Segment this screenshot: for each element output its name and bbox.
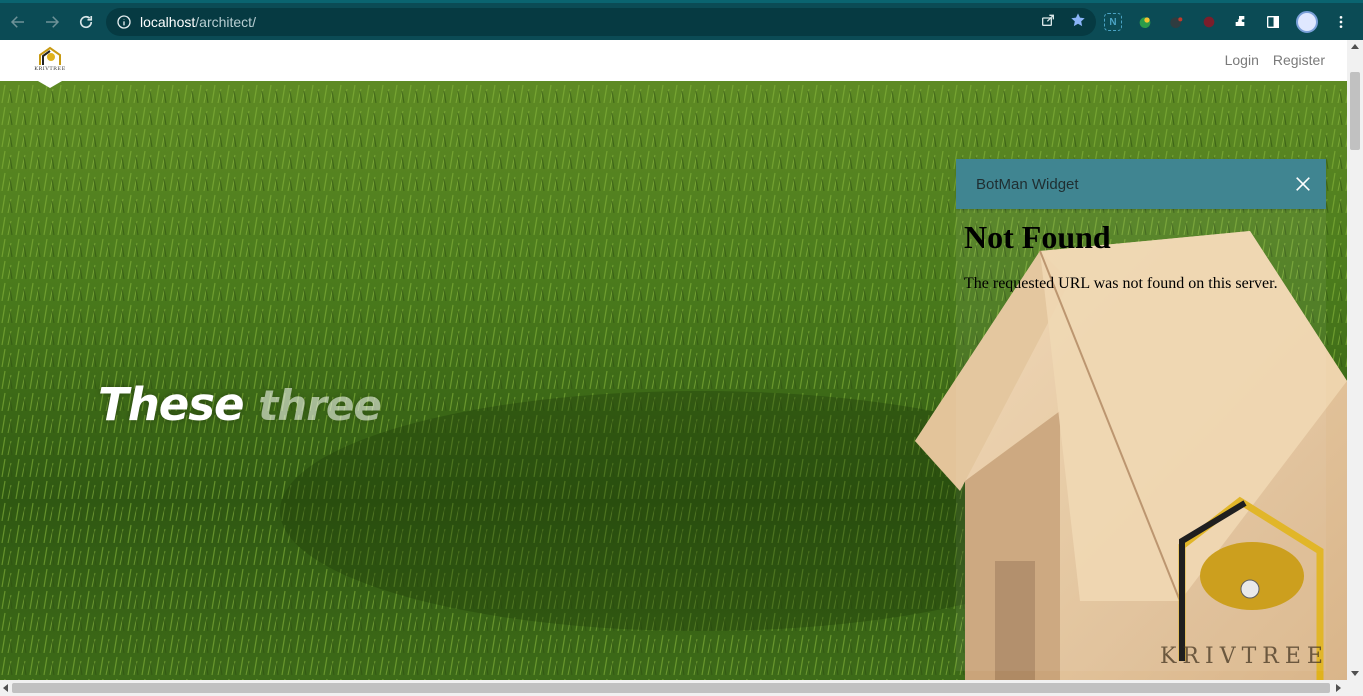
forward-icon [46,15,60,28]
hero-caption-word1: These [98,378,245,431]
forward-button[interactable] [36,6,68,38]
close-icon[interactable] [1294,175,1312,193]
url-path: /architect/ [195,14,256,30]
auth-links: Login Register [1225,52,1325,68]
scroll-right-arrow-icon[interactable] [1336,684,1341,692]
horizontal-scroll-thumb[interactable] [12,683,1330,693]
extensions-puzzle-icon[interactable] [1232,13,1250,31]
reload-icon [79,15,93,28]
not-found-message: The requested URL was not found on this … [964,275,1278,292]
extensions-strip: N [1104,11,1350,33]
extension-red-icon[interactable] [1200,13,1218,31]
side-panel-icon[interactable] [1264,13,1282,31]
web-page: KRIVTREE Login Register These three KRIV… [0,40,1347,680]
logo-house-icon [39,46,61,65]
logo-notch [38,81,62,88]
vertical-scroll-thumb[interactable] [1350,72,1360,150]
browser-toolbar: localhost/architect/ N [0,0,1363,40]
menu-dots-icon[interactable] [1332,13,1350,31]
scroll-up-arrow-icon[interactable] [1351,44,1359,49]
site-logo[interactable]: KRIVTREE [33,46,67,80]
hero-caption-word2: three [258,381,382,430]
site-navbar: KRIVTREE Login Register [0,40,1347,81]
botman-widget-header[interactable]: BotMan Widget [956,159,1326,209]
extension-globe-icon[interactable] [1136,13,1154,31]
url-text[interactable]: localhost/architect/ [140,14,256,30]
horizontal-scrollbar[interactable] [0,680,1363,696]
back-button[interactable] [2,6,34,38]
register-link[interactable]: Register [1273,52,1325,68]
bookmark-star-icon[interactable] [1070,12,1086,28]
logo-text: KRIVTREE [34,66,66,72]
login-link[interactable]: Login [1225,52,1259,68]
share-icon[interactable] [1040,12,1056,28]
botman-title: BotMan Widget [976,175,1079,193]
url-host: localhost [140,14,196,30]
info-icon[interactable] [116,14,132,30]
vertical-scrollbar[interactable] [1347,40,1363,680]
scroll-left-arrow-icon[interactable] [3,684,8,692]
profile-avatar[interactable] [1296,11,1318,33]
back-icon [10,15,24,28]
address-bar[interactable]: localhost/architect/ [106,8,1096,36]
not-found-title: Not Found [964,219,1111,255]
botman-widget-frame: Not Found The requested URL was not foun… [956,209,1326,671]
reload-button[interactable] [70,6,102,38]
extension-n-icon[interactable]: N [1104,13,1122,31]
hero-caption: These three [98,378,382,431]
scroll-down-arrow-icon[interactable] [1351,671,1359,676]
omnibox-actions [1040,12,1086,28]
extension-game-icon[interactable] [1168,13,1186,31]
